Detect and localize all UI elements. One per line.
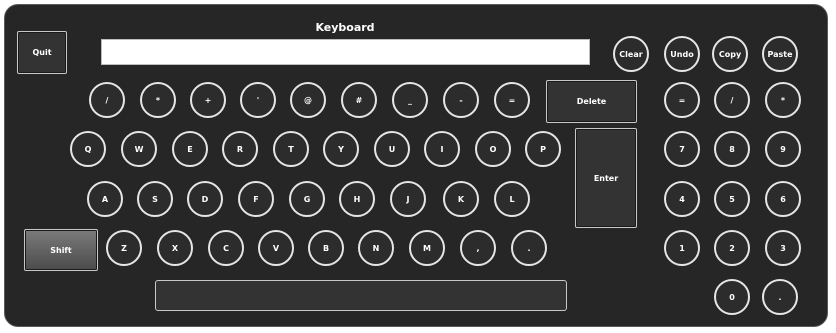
key-c[interactable]: C [208,230,244,266]
key-period[interactable]: . [511,230,547,266]
numpad-0[interactable]: 0 [714,279,750,315]
key-r[interactable]: R [222,131,258,167]
numpad-slash[interactable]: / [714,82,750,118]
paste-button[interactable]: Paste [762,36,798,72]
key-slash[interactable]: / [89,82,125,118]
delete-button[interactable]: Delete [546,80,637,123]
key-k[interactable]: K [443,181,479,217]
numpad-asterisk[interactable]: * [765,82,801,118]
key-v[interactable]: V [258,230,294,266]
key-o[interactable]: O [475,131,511,167]
key-d[interactable]: D [187,181,223,217]
key-at[interactable]: @ [290,82,326,118]
numpad-equals[interactable]: = [664,82,700,118]
text-input[interactable] [101,39,590,65]
key-m[interactable]: M [409,230,445,266]
key-n[interactable]: N [358,230,394,266]
key-i[interactable]: I [424,131,460,167]
key-underscore[interactable]: _ [392,82,428,118]
shift-button[interactable]: Shift [24,229,98,271]
numpad-4[interactable]: 4 [664,181,700,217]
key-equals[interactable]: = [494,82,530,118]
key-minus[interactable]: - [443,82,479,118]
enter-button[interactable]: Enter [575,128,637,228]
clear-button[interactable]: Clear [613,36,649,72]
numpad-7[interactable]: 7 [664,131,700,167]
key-h[interactable]: H [339,181,375,217]
key-s[interactable]: S [137,181,173,217]
key-t[interactable]: T [273,131,309,167]
copy-button[interactable]: Copy [712,36,748,72]
numpad-8[interactable]: 8 [714,131,750,167]
key-p[interactable]: P [525,131,561,167]
numpad-period[interactable]: . [762,279,798,315]
key-b[interactable]: B [308,230,344,266]
key-g[interactable]: G [289,181,325,217]
key-hash[interactable]: # [341,82,377,118]
numpad-3[interactable]: 3 [765,230,801,266]
key-apostrophe[interactable]: ' [240,82,276,118]
keyboard-title: Keyboard [315,21,375,34]
key-u[interactable]: U [374,131,410,167]
numpad-5[interactable]: 5 [714,181,750,217]
quit-button[interactable]: Quit [17,31,67,74]
key-a[interactable]: A [87,181,123,217]
key-e[interactable]: E [172,131,208,167]
key-q[interactable]: Q [70,131,106,167]
undo-button[interactable]: Undo [664,36,700,72]
numpad-1[interactable]: 1 [664,230,700,266]
numpad-9[interactable]: 9 [765,131,801,167]
key-l[interactable]: L [494,181,530,217]
key-w[interactable]: W [121,131,157,167]
key-y[interactable]: Y [323,131,359,167]
key-x[interactable]: X [157,230,193,266]
key-plus[interactable]: + [190,82,226,118]
key-asterisk[interactable]: * [140,82,176,118]
numpad-2[interactable]: 2 [714,230,750,266]
key-z[interactable]: Z [106,230,142,266]
space-bar[interactable] [155,280,567,311]
key-j[interactable]: J [390,181,426,217]
key-comma[interactable]: , [460,230,496,266]
key-f[interactable]: F [238,181,274,217]
numpad-6[interactable]: 6 [765,181,801,217]
